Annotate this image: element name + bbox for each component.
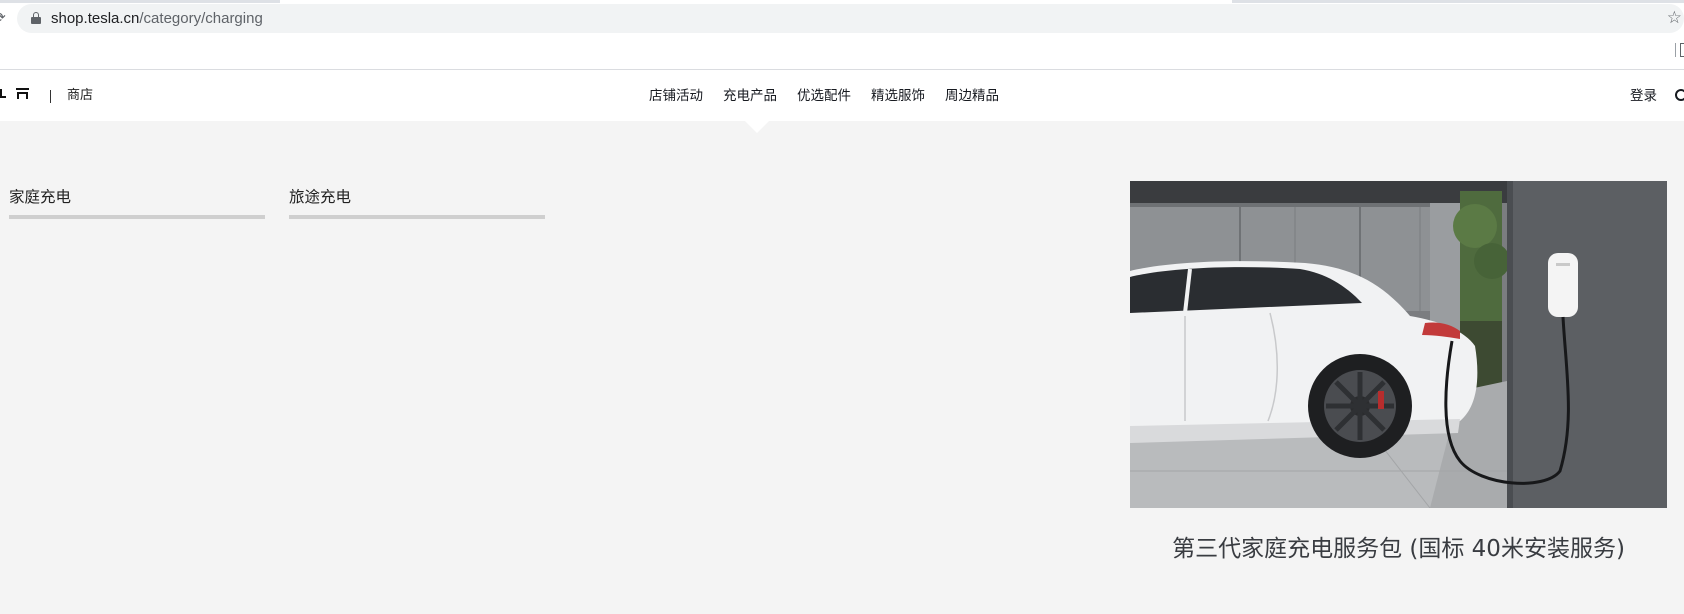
nav-item-apparel[interactable]: 精选服饰: [871, 87, 925, 105]
site-header: 商店 店铺活动 充电产品 优选配件 精选服饰 周边精品 登录: [0, 70, 1684, 121]
tab-label: 家庭充电: [9, 188, 72, 206]
tab-label: 旅途充电: [289, 188, 352, 206]
star-icon[interactable]: ☆: [1667, 6, 1682, 30]
header-divider: [50, 90, 51, 103]
browser-toolbar: ⟳ shop.tesla.cn/category/charging ☆: [0, 0, 1684, 70]
nav-active-pointer: [745, 121, 769, 133]
nav-item-store-events[interactable]: 店铺活动: [649, 87, 703, 105]
search-icon[interactable]: [1675, 89, 1684, 103]
tab-home-charging[interactable]: 家庭充电: [9, 186, 265, 220]
tesla-logo[interactable]: [0, 88, 32, 102]
bookmark-bar-divider: [1675, 43, 1676, 57]
main-nav: 店铺活动 充电产品 优选配件 精选服饰 周边精品: [649, 87, 999, 105]
active-tab-edge[interactable]: [280, 0, 1232, 3]
url-path: /category/charging: [139, 10, 263, 27]
lock-icon[interactable]: [31, 12, 41, 24]
product-card[interactable]: 第三代家庭充电服务包 (国标 40米安装服务): [1130, 181, 1667, 581]
url-text[interactable]: shop.tesla.cn/category/charging: [51, 9, 263, 28]
nav-item-lifestyle[interactable]: 周边精品: [945, 87, 999, 105]
product-title[interactable]: 第三代家庭充电服务包 (国标 40米安装服务): [1130, 533, 1667, 565]
address-bar[interactable]: shop.tesla.cn/category/charging ☆: [17, 4, 1684, 33]
reload-icon[interactable]: ⟳: [0, 10, 6, 26]
tab-travel-charging[interactable]: 旅途充电: [289, 186, 545, 220]
bookmark-folder-icon[interactable]: [1680, 43, 1684, 57]
login-link[interactable]: 登录: [1630, 87, 1657, 105]
tab-underline: [9, 215, 265, 219]
car-charging-photo[interactable]: [1130, 181, 1667, 508]
category-tabs: 家庭充电 旅途充电: [9, 186, 549, 226]
nav-item-charging[interactable]: 充电产品: [723, 87, 777, 105]
tab-underline: [289, 215, 545, 219]
nav-item-accessories[interactable]: 优选配件: [797, 87, 851, 105]
url-host: shop.tesla.cn: [51, 10, 140, 27]
tab-strip: [0, 0, 1684, 3]
car-charging-illustration: [1130, 181, 1667, 508]
store-link[interactable]: 商店: [67, 87, 93, 105]
